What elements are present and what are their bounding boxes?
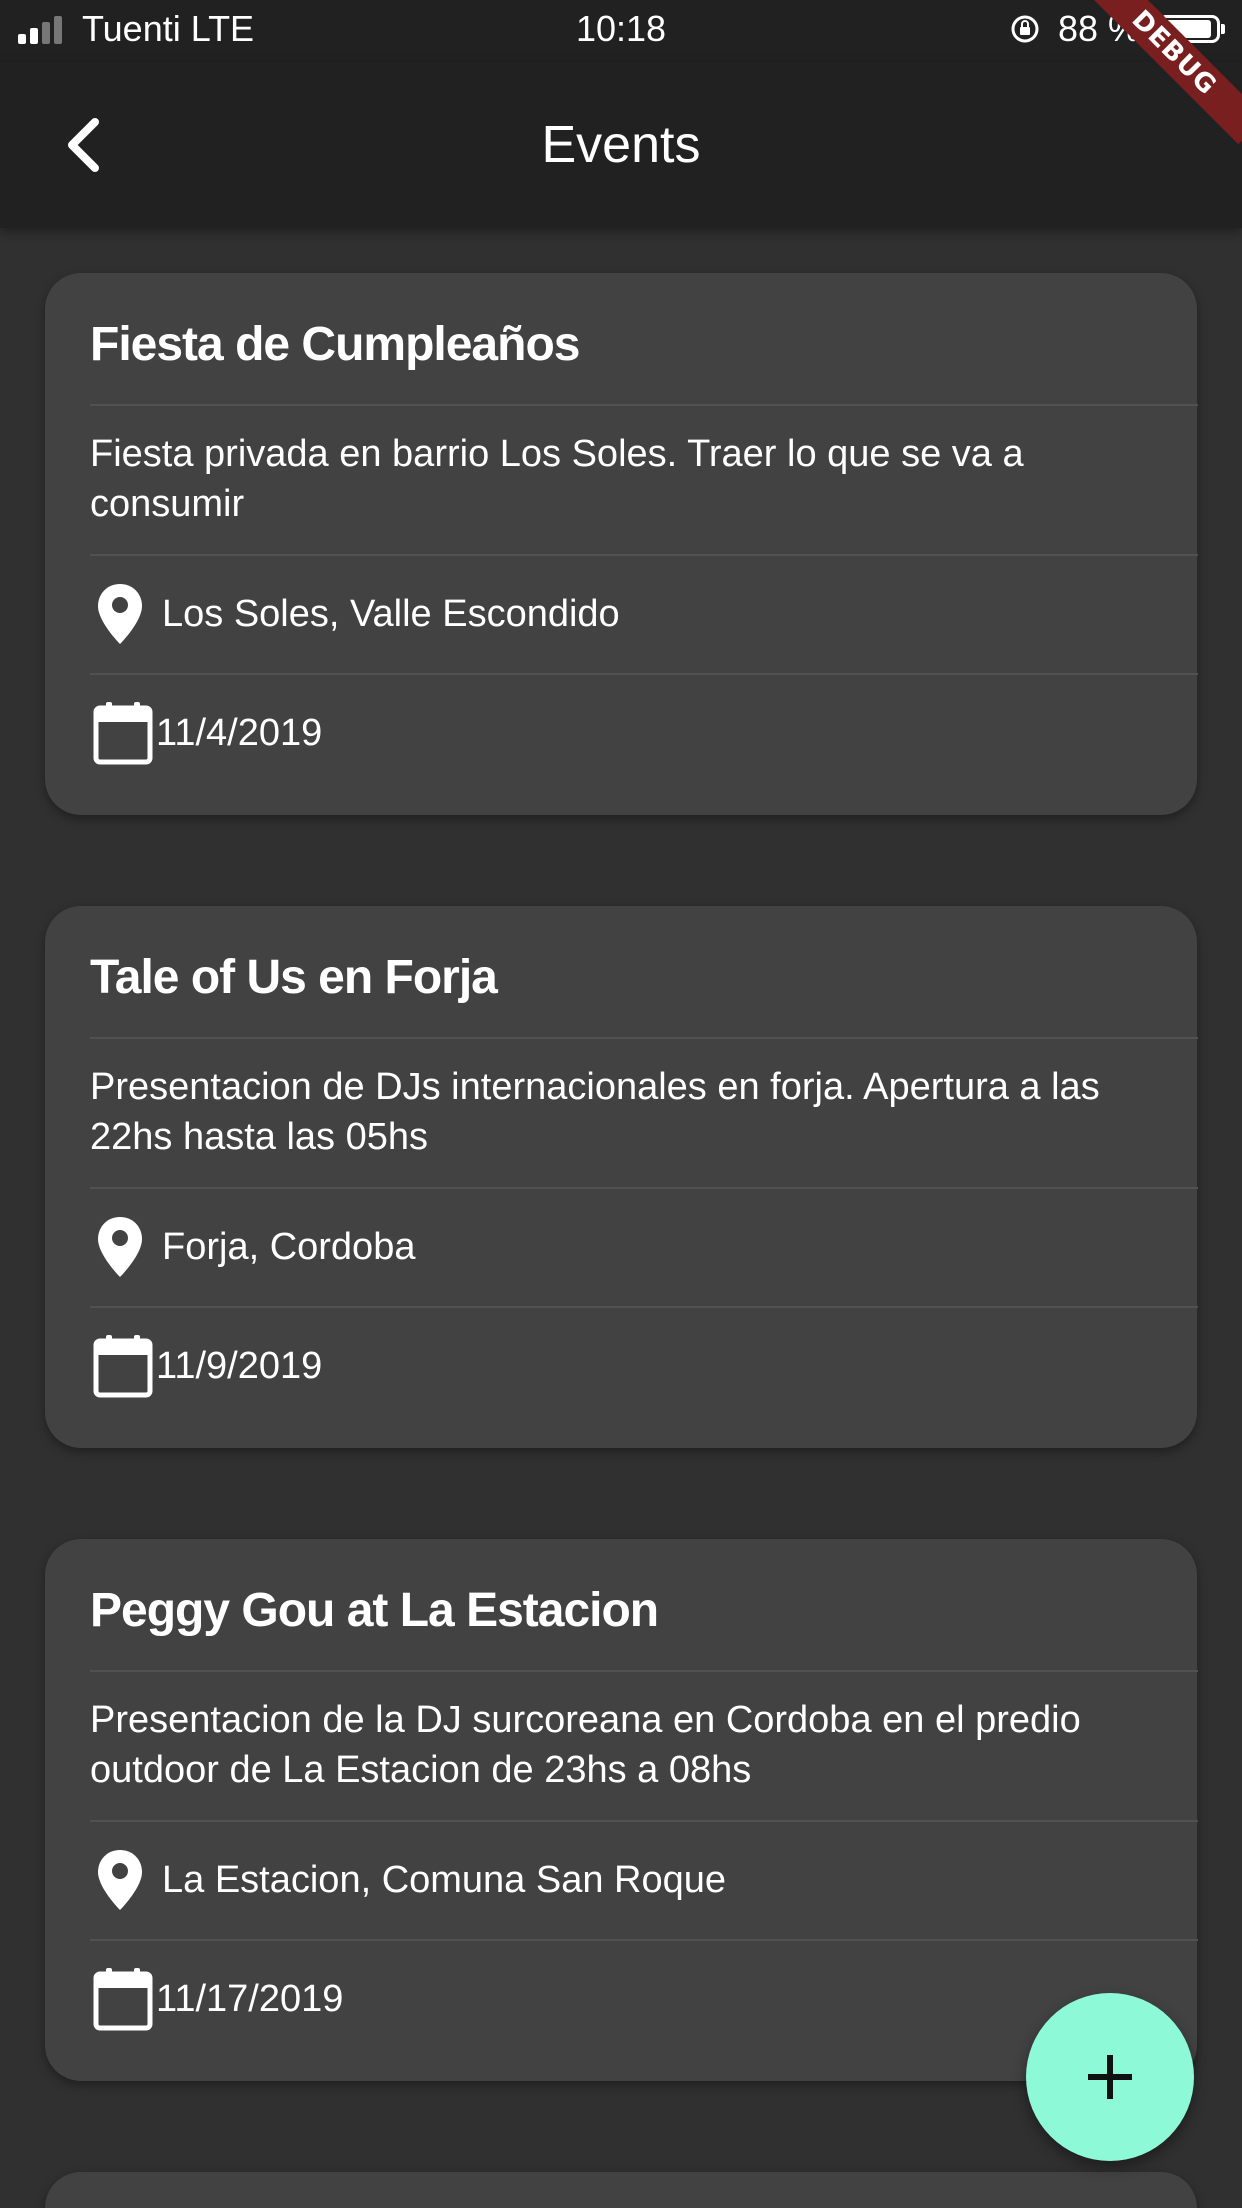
divider xyxy=(90,1939,1198,1941)
event-title: Fiesta de Cumpleaños xyxy=(90,318,580,371)
event-title: Peggy Gou at La Estacion xyxy=(90,1584,659,1637)
plus-icon xyxy=(1088,2055,1132,2099)
divider xyxy=(90,1037,1198,1039)
event-date-row: 11/17/2019 xyxy=(90,1964,343,2034)
divider xyxy=(90,404,1198,406)
divider xyxy=(90,1670,1198,1672)
event-date-row: 11/9/2019 xyxy=(90,1331,322,1401)
event-date: 11/4/2019 xyxy=(156,712,323,754)
add-event-button[interactable] xyxy=(1026,1993,1194,2161)
app-bar: Events xyxy=(0,62,1242,228)
rotation-lock-icon xyxy=(1011,15,1039,43)
event-location-row: La Estacion, Comuna San Roque xyxy=(90,1845,726,1915)
location-pin-icon xyxy=(90,582,150,646)
calendar-icon xyxy=(90,1964,156,2034)
event-title: Tale of Us en Forja xyxy=(90,951,498,1004)
status-bar: Tuenti LTE 10:18 88 % xyxy=(0,0,1242,62)
event-date: 11/17/2019 xyxy=(156,1978,344,2020)
event-card[interactable]: Tale of Us en Forja Presentacion de DJs … xyxy=(45,906,1198,1448)
event-location-row: Forja, Cordoba xyxy=(90,1212,415,1282)
event-date-row: 11/4/2019 xyxy=(90,698,322,768)
events-screen: Tuenti LTE 10:18 88 % DEBUG Events Fiest… xyxy=(0,0,1242,2208)
event-card[interactable] xyxy=(45,2172,1197,2208)
event-description: Fiesta privada en barrio Los Soles. Trae… xyxy=(90,433,1024,525)
divider xyxy=(90,554,1198,556)
page-title: Events xyxy=(541,116,701,174)
event-date: 11/9/2019 xyxy=(156,1345,323,1387)
event-card[interactable]: Fiesta de Cumpleaños Fiesta privada en b… xyxy=(45,273,1198,815)
event-description: Presentacion de DJs internacionales en f… xyxy=(90,1066,1100,1158)
event-location: La Estacion, Comuna San Roque xyxy=(162,1859,727,1901)
calendar-icon xyxy=(90,1331,156,1401)
event-location: Los Soles, Valle Escondido xyxy=(162,593,620,635)
location-pin-icon xyxy=(90,1848,150,1912)
location-pin-icon xyxy=(90,1215,150,1279)
event-location: Forja, Cordoba xyxy=(162,1226,416,1268)
event-description: Presentacion de la DJ surcoreana en Cord… xyxy=(90,1699,1081,1791)
event-card[interactable]: Peggy Gou at La Estacion Presentacion de… xyxy=(45,1539,1198,2081)
divider xyxy=(90,673,1198,675)
event-location-row: Los Soles, Valle Escondido xyxy=(90,579,620,649)
status-time: 10:18 xyxy=(575,8,667,49)
calendar-icon xyxy=(90,698,156,768)
divider xyxy=(90,1820,1198,1822)
divider xyxy=(90,1306,1198,1308)
divider xyxy=(90,1187,1198,1189)
